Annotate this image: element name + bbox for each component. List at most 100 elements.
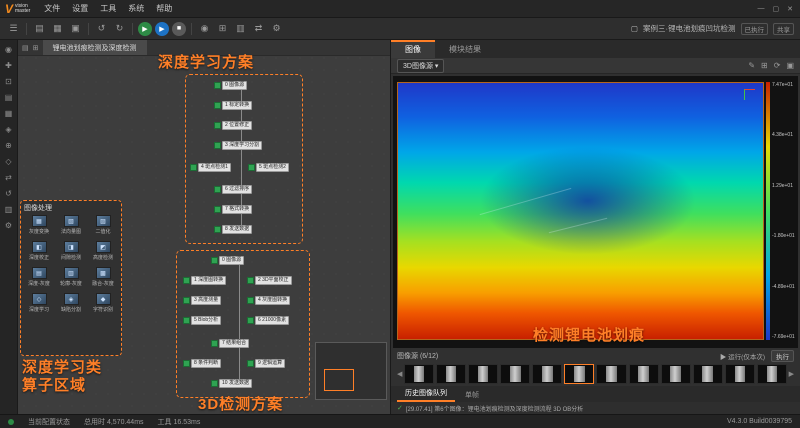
flow-node[interactable]: 3 高度测量	[183, 296, 222, 305]
image-thumbnail[interactable]	[468, 364, 499, 384]
save-solution-icon[interactable]: ▣	[68, 21, 83, 36]
zoom-icon[interactable]: ◉	[5, 45, 12, 55]
flow-node[interactable]: 8 发送数据	[214, 225, 253, 234]
redo-icon[interactable]: ↻	[112, 21, 127, 36]
operator-item[interactable]: ▨ 二值化	[88, 215, 118, 235]
flow-node[interactable]: 4 斑点检测1	[190, 163, 231, 172]
depth-heatmap-image[interactable]	[397, 82, 764, 340]
operator-item[interactable]: ▦ 灰度变换	[24, 215, 54, 235]
minimap-viewport[interactable]	[324, 369, 354, 391]
image-process-icon[interactable]: ▦	[5, 109, 13, 119]
flow-node[interactable]: 3 深度学习分割	[214, 141, 263, 150]
solution-name[interactable]: 案例三·锂电池划痕凹坑检测	[643, 23, 736, 34]
operator-item[interactable]: ◧ 深度校正	[24, 241, 54, 261]
flow-node[interactable]: 6 21000像素	[247, 316, 290, 325]
compare-icon[interactable]: ⇄	[251, 21, 266, 36]
run-all-button[interactable]: ▶	[138, 21, 152, 36]
share-badge[interactable]: 共享	[773, 22, 794, 35]
flow-node[interactable]: 7 结果组合	[211, 339, 250, 348]
maximize-icon[interactable]: ▢	[773, 5, 780, 13]
camera-icon[interactable]: ◉	[197, 21, 212, 36]
menu-icon[interactable]: ☰	[6, 21, 21, 36]
flow-node[interactable]: 7 格式转换	[214, 205, 253, 214]
flow-node[interactable]: 6 过滤排序	[214, 185, 253, 194]
run-once-button[interactable]: ▶	[155, 21, 169, 36]
flow-node[interactable]: 10 发送数据	[211, 379, 252, 388]
pan-icon[interactable]: ✚	[5, 61, 12, 71]
calibration-icon[interactable]: ⊕	[5, 141, 12, 151]
deep-learning-icon[interactable]: ◇	[5, 157, 11, 167]
layers-icon[interactable]: ▥	[5, 205, 13, 215]
operator-panel-title[interactable]: 图像处理	[24, 203, 118, 213]
image-thumbnail[interactable]	[596, 364, 627, 384]
flow-tab[interactable]: 锂电池划痕检测及深度检测	[42, 40, 147, 55]
image-source-select[interactable]: 3D图像源 ▾	[397, 58, 445, 73]
module-list-icon[interactable]: ▤	[5, 93, 13, 103]
edit-icon[interactable]: ✎	[748, 61, 755, 70]
operator-item[interactable]: ◩ 高度检测	[88, 241, 118, 261]
flow-node[interactable]: 5 斑点检测2	[248, 163, 289, 172]
flow-node[interactable]: 2 3D平面校正	[247, 276, 292, 285]
settings-icon[interactable]: ⚙	[269, 21, 284, 36]
menu-settings[interactable]: 设置	[66, 3, 94, 14]
flow-node[interactable]: 0 图像源	[214, 81, 248, 90]
execute-button[interactable]: 执行	[771, 350, 794, 362]
stop-button[interactable]: ■	[172, 21, 186, 36]
image-thumbnail[interactable]	[660, 364, 691, 384]
image-thumbnail[interactable]	[532, 364, 563, 384]
operator-item[interactable]: ▧ 法向量图	[56, 215, 86, 235]
minimap[interactable]	[315, 342, 387, 400]
grid-view-icon[interactable]: ⊞	[215, 21, 230, 36]
next-image-icon[interactable]: ▶	[789, 370, 794, 378]
image-thumbnail-selected[interactable]	[564, 364, 595, 384]
image-thumbnail[interactable]	[436, 364, 467, 384]
tab-single-frame[interactable]: 单帧	[457, 388, 487, 402]
layout-icon[interactable]: ▥	[233, 21, 248, 36]
tab-history-queue[interactable]: 历史图像队列	[397, 386, 455, 402]
image-viewer[interactable]: 7.47e+01 4.38e+01 1.29e+01 -1.80e+01 -4.…	[393, 76, 798, 348]
image-thumbnail[interactable]	[756, 364, 787, 384]
image-thumbnail[interactable]	[692, 364, 723, 384]
flow-node[interactable]: 1 标定转换	[214, 101, 253, 110]
flow-node[interactable]: 5 Blob分析	[183, 316, 222, 325]
prev-image-icon[interactable]: ◀	[397, 370, 402, 378]
menu-help[interactable]: 帮助	[150, 3, 178, 14]
image-thumbnail[interactable]	[628, 364, 659, 384]
close-icon[interactable]: ✕	[787, 5, 793, 13]
flow-node[interactable]: 9 逻辑运算	[247, 359, 286, 368]
tile-view-icon[interactable]: ⊞	[33, 44, 39, 52]
fullscreen-icon[interactable]: ▣	[786, 61, 794, 70]
tab-image[interactable]: 图像	[391, 40, 435, 58]
operator-item[interactable]: ▥ 轮廓-灰度	[56, 267, 86, 287]
image-thumbnail[interactable]	[404, 364, 435, 384]
communication-icon[interactable]: ⇄	[5, 173, 12, 183]
operator-item[interactable]: ▤ 深度-灰度	[24, 267, 54, 287]
flow-node[interactable]: 2 位置修正	[214, 121, 253, 130]
menu-tools[interactable]: 工具	[94, 3, 122, 14]
fit-image-icon[interactable]: ⊞	[761, 61, 768, 70]
history-icon[interactable]: ↺	[5, 189, 12, 199]
flow-node[interactable]: 0 图像源	[211, 256, 245, 265]
tree-view-icon[interactable]: ▤	[22, 44, 29, 52]
image-thumbnail[interactable]	[500, 364, 531, 384]
measure-icon[interactable]: ◈	[5, 125, 11, 135]
operator-item[interactable]: ◨ 间隙检测	[56, 241, 86, 261]
flow-node[interactable]: 8 条件判断	[183, 359, 222, 368]
flow-canvas[interactable]: ▤ ⊞ 锂电池划痕检测及深度检测 深度学习方案 深度学习类 算子区域 3D检测方…	[18, 40, 390, 414]
flow-node[interactable]: 1 深度图转换	[183, 276, 227, 285]
tab-module-results[interactable]: 模块结果	[435, 40, 495, 58]
undo-icon[interactable]: ↺	[94, 21, 109, 36]
operator-item[interactable]: ◇ 深度学习	[24, 293, 54, 313]
operator-item[interactable]: ◆ 字符识别	[88, 293, 118, 313]
operator-item[interactable]: ▩ 融合-灰度	[88, 267, 118, 287]
run-once-control[interactable]: ▶ 运行(仅本次)	[720, 351, 765, 361]
new-solution-icon[interactable]: ▤	[32, 21, 47, 36]
operator-item[interactable]: ◈ 缺陷分割	[56, 293, 86, 313]
menu-file[interactable]: 文件	[38, 3, 66, 14]
fit-view-icon[interactable]: ⊡	[5, 77, 12, 87]
refresh-icon[interactable]: ⟳	[774, 61, 781, 70]
open-solution-icon[interactable]: ▦	[50, 21, 65, 36]
flow-node[interactable]: 4 灰度图转换	[247, 296, 291, 305]
minimize-icon[interactable]: —	[758, 5, 765, 13]
settings-icon[interactable]: ⚙	[5, 221, 12, 231]
